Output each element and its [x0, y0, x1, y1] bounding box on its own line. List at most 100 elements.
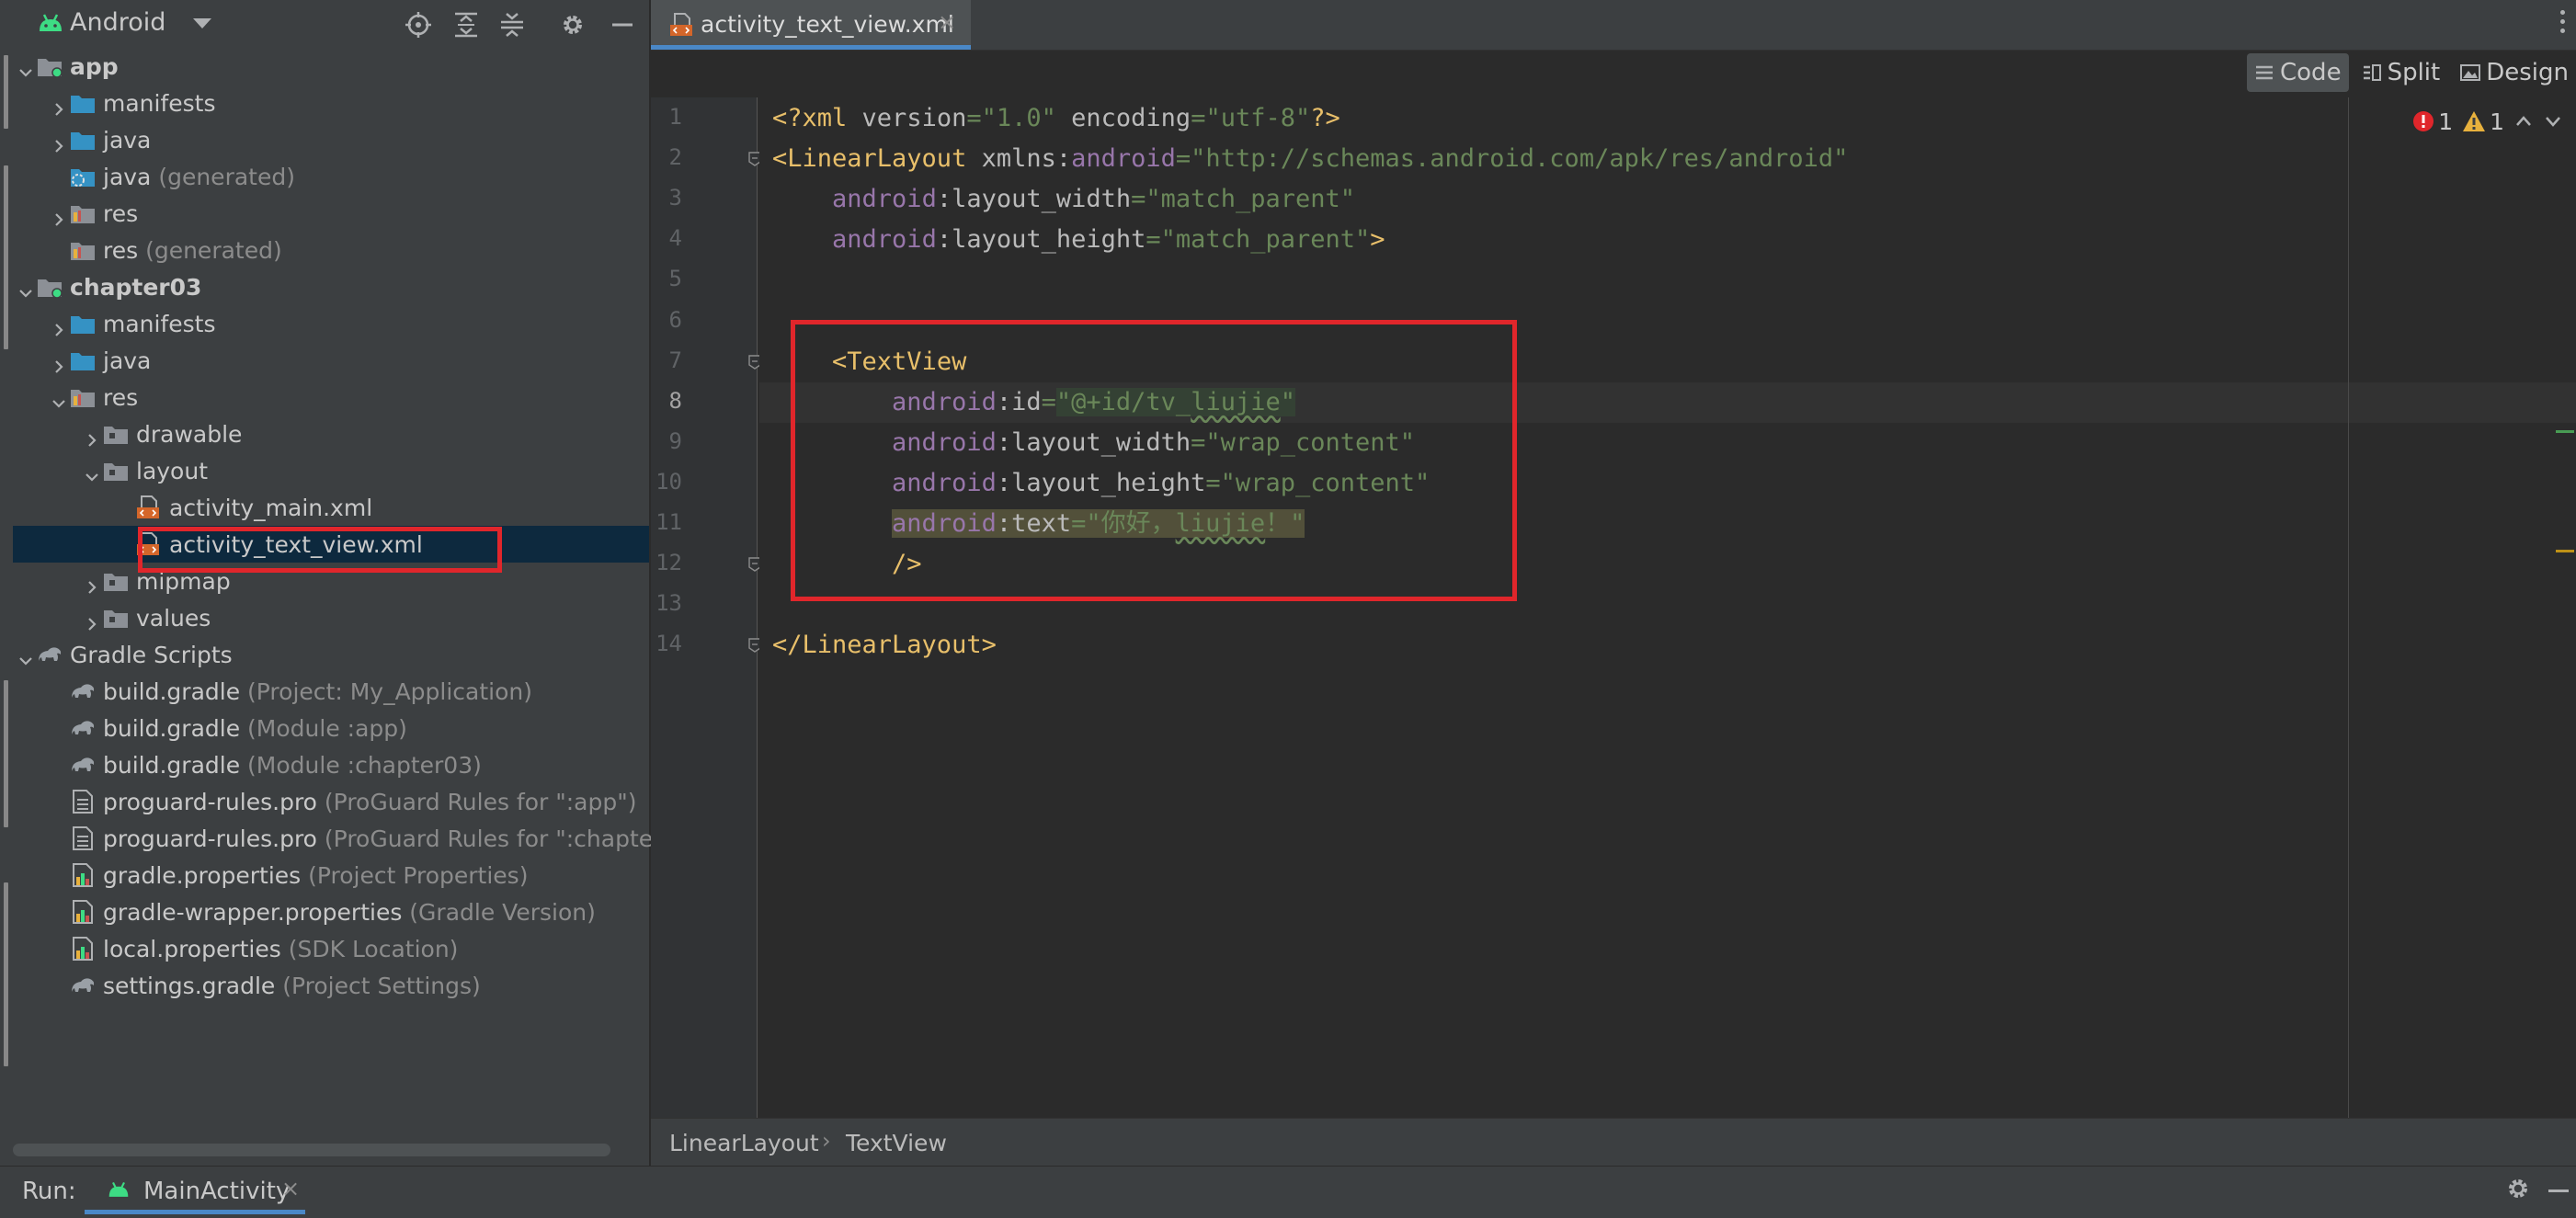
tree-item-name: app	[70, 53, 119, 80]
tree-item[interactable]: values	[13, 599, 649, 636]
tree-item-label: java	[103, 127, 151, 154]
tree-item[interactable]: proguard-rules.pro (ProGuard Rules for "…	[13, 820, 677, 857]
strip-tab[interactable]	[4, 882, 8, 1066]
tree-item[interactable]: proguard-rules.pro (ProGuard Rules for "…	[13, 783, 649, 820]
chevron-down-icon[interactable]	[18, 279, 33, 298]
tree-item[interactable]: res (generated)	[13, 232, 649, 268]
breadcrumb-item[interactable]: TextView	[846, 1130, 947, 1156]
warning-marker[interactable]	[2556, 550, 2574, 552]
code-token: ="1.0"	[966, 104, 1072, 132]
tool-window-strip[interactable]	[0, 0, 14, 1166]
editor-tab[interactable]: activity_text_view.xml ×	[651, 0, 971, 50]
code-token: :layout_width	[996, 427, 1191, 457]
minimize-icon[interactable]	[2548, 1190, 2569, 1192]
chevron-down-icon[interactable]	[18, 647, 33, 666]
tree-item[interactable]: activity_text_view.xml	[13, 526, 649, 563]
chevron-right-icon[interactable]	[85, 610, 99, 631]
code-token: :layout_height	[996, 468, 1206, 497]
chevron-down-icon[interactable]	[2543, 111, 2563, 131]
mode-button-code[interactable]: Code	[2247, 53, 2349, 92]
locate-icon[interactable]	[403, 9, 434, 40]
code-line[interactable]: android:layout_height="match_parent">	[772, 220, 1385, 260]
code-line[interactable]: android:layout_height="wrap_content"	[772, 463, 1430, 504]
chevron-down-icon[interactable]	[51, 390, 66, 408]
chevron-right-icon[interactable]	[85, 574, 99, 594]
tree-item[interactable]: build.gradle (Project: My_Application)	[13, 673, 649, 710]
strip-tab[interactable]	[4, 165, 8, 349]
project-view-selector[interactable]: Android	[70, 8, 165, 37]
tree-item[interactable]: settings.gradle (Project Settings)	[13, 967, 649, 1004]
code-token: />	[892, 550, 922, 579]
tree-item-label: layout	[136, 458, 208, 484]
strip-tab[interactable]	[4, 55, 8, 129]
code-token: </LinearLayout>	[772, 631, 997, 660]
chevron-down-icon[interactable]	[18, 59, 33, 77]
tree-item-hint: (generated)	[151, 164, 295, 190]
gear-icon[interactable]	[2504, 1175, 2532, 1202]
tree-item[interactable]: app	[13, 48, 649, 85]
chevron-right-icon[interactable]	[85, 427, 99, 447]
chevron-right-icon[interactable]	[51, 96, 66, 116]
tree-item[interactable]: build.gradle (Module :app)	[13, 710, 649, 746]
chevron-down-icon[interactable]	[193, 18, 211, 28]
tree-item-label: activity_text_view.xml	[169, 531, 423, 558]
code-line[interactable]: android:id="@+id/tv_liujie"	[772, 382, 1296, 423]
tree-item[interactable]: layout	[13, 452, 649, 489]
chevron-right-icon[interactable]	[51, 316, 66, 336]
mode-button-split[interactable]: Split	[2354, 53, 2448, 92]
tree-item[interactable]: build.gradle (Module :chapter03)	[13, 746, 649, 783]
inspection-widget[interactable]: 1 1	[2412, 103, 2576, 140]
tree-item[interactable]: gradle.properties (Project Properties)	[13, 857, 649, 894]
tree-item-label: res (generated)	[103, 237, 282, 264]
code-token: ="你好，	[1071, 509, 1176, 538]
code-line[interactable]: android:text="你好，liujie！"	[772, 504, 1305, 544]
tree-item-name: Gradle Scripts	[70, 642, 233, 668]
tree-item[interactable]: java	[13, 342, 649, 379]
horizontal-scrollbar[interactable]	[13, 1144, 610, 1156]
warning-count[interactable]: 1	[2462, 108, 2504, 135]
tree-item[interactable]: manifests	[13, 305, 649, 342]
minimize-icon[interactable]	[607, 9, 638, 40]
chevron-up-icon[interactable]	[2513, 111, 2534, 131]
tree-item[interactable]: gradle-wrapper.properties (Gradle Versio…	[13, 894, 649, 930]
warning-icon	[2463, 111, 2486, 131]
code-line[interactable]: </LinearLayout>	[772, 625, 997, 666]
tree-item[interactable]: manifests	[13, 85, 649, 121]
strip-tab[interactable]	[4, 680, 8, 827]
tree-item[interactable]: local.properties (SDK Location)	[13, 930, 649, 967]
tree-item-label: build.gradle (Module :chapter03)	[103, 752, 482, 779]
tree-item-name: layout	[136, 458, 209, 484]
tree-item-label: res	[103, 384, 138, 411]
tree-item[interactable]: java	[13, 121, 649, 158]
tree-item[interactable]: res	[13, 379, 649, 415]
chevron-right-icon[interactable]	[51, 132, 66, 153]
close-icon[interactable]: ×	[938, 9, 956, 35]
chevron-right-icon[interactable]	[51, 206, 66, 226]
code-line[interactable]: android:layout_width="wrap_content"	[772, 423, 1415, 463]
tree-item[interactable]: java (generated)	[13, 158, 649, 195]
tree-item[interactable]: activity_main.xml	[13, 489, 649, 526]
more-options-icon[interactable]	[2558, 6, 2567, 42]
tree-item[interactable]: res	[13, 195, 649, 232]
mode-button-design[interactable]: Design	[2453, 53, 2576, 92]
collapse-all-icon[interactable]	[496, 9, 528, 40]
code-line[interactable]: <TextView	[772, 342, 966, 382]
code-line[interactable]: />	[772, 544, 922, 585]
error-count[interactable]: 1	[2412, 108, 2453, 135]
expand-all-icon[interactable]	[450, 9, 482, 40]
chevron-right-icon[interactable]	[51, 353, 66, 373]
change-marker[interactable]	[2556, 430, 2574, 433]
gear-icon[interactable]	[557, 9, 588, 40]
code-editor[interactable]: <?xml version="1.0" encoding="utf-8"?> <L…	[759, 97, 2576, 1118]
tree-item[interactable]: chapter03	[13, 268, 649, 305]
code-line[interactable]: <LinearLayout xmlns:android="http://sche…	[772, 139, 1848, 179]
code-line[interactable]: android:layout_width="match_parent"	[772, 179, 1355, 220]
tree-item[interactable]: drawable	[13, 415, 649, 452]
chevron-down-icon[interactable]	[85, 463, 99, 482]
close-icon[interactable]: ×	[281, 1176, 300, 1201]
tree-item[interactable]: Gradle Scripts	[13, 636, 649, 673]
breadcrumb-item[interactable]: LinearLayout	[669, 1130, 819, 1156]
code-line[interactable]: <?xml version="1.0" encoding="utf-8"?>	[772, 98, 1340, 139]
tree-item[interactable]: mipmap	[13, 563, 649, 599]
